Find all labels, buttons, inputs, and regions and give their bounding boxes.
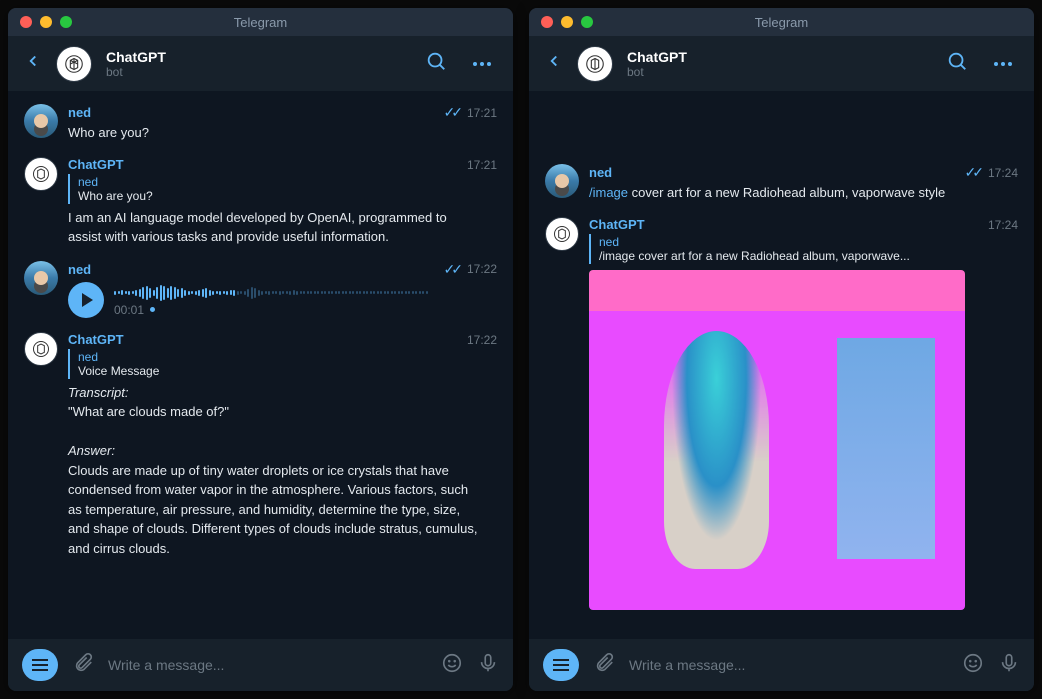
avatar[interactable] [545,217,579,251]
more-icon[interactable] [988,56,1018,72]
attach-icon[interactable] [72,652,94,679]
avatar[interactable] [545,164,579,198]
message-time: ✓✓17:22 [444,261,506,278]
message-time: 17:21 [467,158,505,172]
more-icon[interactable] [467,56,497,72]
close-button[interactable] [20,16,32,28]
play-button[interactable] [68,282,104,318]
search-icon[interactable] [419,44,453,83]
chat-avatar[interactable] [577,46,613,82]
sender-name: ned [68,105,91,120]
traffic-lights [541,16,593,28]
attach-icon[interactable] [593,652,615,679]
message: ned ✓✓17:22 00:01 [24,261,505,318]
reply-quote[interactable]: ned Voice Message [68,349,505,379]
emoji-icon[interactable] [962,652,984,679]
waveform[interactable] [114,283,505,303]
chat-info[interactable]: ChatGPT bot [627,49,926,79]
generated-image[interactable] [589,270,965,610]
sender-name: ned [589,165,612,180]
maximize-button[interactable] [60,16,72,28]
app-title: Telegram [755,15,808,30]
sender-name: ChatGPT [589,217,645,232]
read-check-icon: ✓✓ [965,164,980,181]
message-input[interactable] [108,657,427,673]
traffic-lights [20,16,72,28]
read-check-icon: ✓✓ [444,104,459,121]
app-title: Telegram [234,15,287,30]
avatar[interactable] [24,104,58,138]
message-text: Who are you? [68,123,478,143]
reply-quote[interactable]: ned Who are you? [68,174,505,204]
chat-name: ChatGPT [627,49,926,65]
telegram-window-left: Telegram ChatGPT bot ned ✓✓17:21 [8,8,513,691]
message-composer [8,638,513,691]
chat-name: ChatGPT [106,49,405,65]
message-text: I am an AI language model developed by O… [68,208,478,247]
message: ned ✓✓17:21 Who are you? [24,104,505,143]
mic-icon[interactable] [477,652,499,679]
voice-duration: 00:01 [114,303,144,317]
message-time: ✓✓17:21 [444,104,506,121]
chat-info[interactable]: ChatGPT bot [106,49,405,79]
message-text: /image cover art for a new Radiohead alb… [589,183,999,203]
chat-header: ChatGPT bot [529,36,1034,92]
message-composer [529,638,1034,691]
message: ChatGPT 17:24 ned /image cover art for a… [545,217,1026,610]
menu-button[interactable] [22,649,58,681]
search-icon[interactable] [940,44,974,83]
read-check-icon: ✓✓ [444,261,459,278]
sender-name: ChatGPT [68,157,124,172]
titlebar: Telegram [529,8,1034,36]
back-button[interactable] [24,52,42,75]
message-time: 17:24 [988,218,1026,232]
message: ChatGPT 17:21 ned Who are you? I am an A… [24,157,505,247]
command-link[interactable]: /image [589,185,628,200]
telegram-window-right: Telegram ChatGPT bot ned ✓✓17:24 [529,8,1034,691]
mic-icon[interactable] [998,652,1020,679]
message-text: Transcript: "What are clouds made of?" A… [68,383,478,559]
chat-avatar[interactable] [56,46,92,82]
sender-name: ChatGPT [68,332,124,347]
close-button[interactable] [541,16,553,28]
emoji-icon[interactable] [441,652,463,679]
message-time: 17:22 [467,333,505,347]
menu-button[interactable] [543,649,579,681]
avatar[interactable] [24,157,58,191]
message-time: ✓✓17:24 [965,164,1027,181]
titlebar: Telegram [8,8,513,36]
message-list: ned ✓✓17:24 /image cover art for a new R… [529,92,1034,638]
message-list: ned ✓✓17:21 Who are you? ChatGPT 17:21 n… [8,92,513,638]
sender-name: ned [68,262,91,277]
minimize-button[interactable] [40,16,52,28]
avatar[interactable] [24,261,58,295]
chat-subtitle: bot [627,65,926,79]
minimize-button[interactable] [561,16,573,28]
voice-message[interactable]: 00:01 [68,282,505,318]
message: ned ✓✓17:24 /image cover art for a new R… [545,164,1026,203]
chat-header: ChatGPT bot [8,36,513,92]
maximize-button[interactable] [581,16,593,28]
avatar[interactable] [24,332,58,366]
back-button[interactable] [545,52,563,75]
unread-dot-icon [150,307,155,312]
chat-subtitle: bot [106,65,405,79]
message-input[interactable] [629,657,948,673]
reply-quote[interactable]: ned /image cover art for a new Radiohead… [589,234,1026,264]
message: ChatGPT 17:22 ned Voice Message Transcri… [24,332,505,559]
